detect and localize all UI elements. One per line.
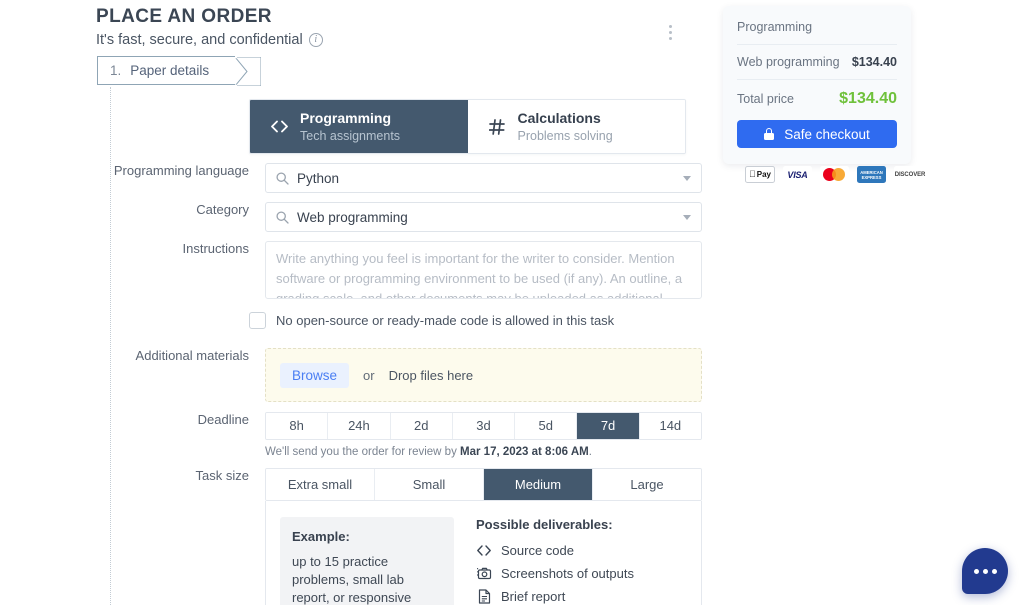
order-summary-card: Programming Web programming $134.40 Tota… bbox=[723, 6, 911, 164]
step-tab-paper-details[interactable]: 1. Paper details bbox=[97, 56, 262, 86]
programming-language-select[interactable]: Python bbox=[265, 163, 702, 193]
amex-icon: AMERICAN EXPRESS bbox=[857, 166, 886, 183]
mastercard-icon bbox=[820, 166, 849, 183]
step-label: Paper details bbox=[130, 63, 210, 78]
task-size-example-box: Example: up to 15 practice problems, sma… bbox=[280, 517, 454, 605]
page-title: PLACE AN ORDER bbox=[96, 6, 272, 27]
page-header: PLACE AN ORDER It's fast, secure, and co… bbox=[96, 6, 696, 48]
deadline-segmented-control: 8h 24h 2d 3d 5d 7d 14d bbox=[265, 412, 702, 440]
document-icon bbox=[476, 589, 492, 604]
task-size-option-extra-small[interactable]: Extra small bbox=[266, 469, 375, 500]
field-row-materials: Additional materials Browse or Drop file… bbox=[109, 348, 702, 402]
deadline-note: We'll send you the order for review by M… bbox=[265, 446, 702, 458]
deadline-option-24h[interactable]: 24h bbox=[328, 413, 391, 439]
summary-line-value: $134.40 bbox=[851, 55, 897, 69]
camera-icon bbox=[476, 567, 492, 580]
no-open-source-checkbox[interactable] bbox=[249, 312, 266, 329]
tab-calculations[interactable]: Calculations Problems solving bbox=[467, 100, 685, 153]
page-subtitle: It's fast, secure, and confidential i bbox=[96, 32, 696, 48]
deliverable-screenshots-label: Screenshots of outputs bbox=[501, 566, 634, 581]
step-arrow-icon bbox=[235, 57, 262, 86]
label-category: Category bbox=[196, 202, 249, 217]
summary-line-label: Web programming bbox=[737, 55, 840, 69]
deadline-option-8h[interactable]: 8h bbox=[266, 413, 329, 439]
task-size-example-text: up to 15 practice problems, small lab re… bbox=[292, 554, 412, 605]
label-instructions: Instructions bbox=[182, 241, 249, 256]
summary-line-item: Web programming $134.40 bbox=[737, 45, 897, 80]
task-size-segmented-control: Extra small Small Medium Large bbox=[265, 468, 702, 501]
deadline-option-3d[interactable]: 3d bbox=[452, 413, 516, 439]
search-icon bbox=[276, 210, 289, 224]
field-row-task-size: Task size Extra small Small Medium Large… bbox=[109, 468, 702, 605]
chevron-down-icon bbox=[683, 214, 691, 220]
discover-icon: DISCOVER bbox=[894, 166, 926, 183]
kebab-menu-icon[interactable] bbox=[657, 19, 683, 45]
deliverable-brief-report-label: Brief report bbox=[501, 589, 566, 604]
deliverable-brief-report: Brief report bbox=[476, 589, 634, 604]
chat-bubble-icon[interactable] bbox=[962, 548, 1008, 594]
safe-checkout-label: Safe checkout bbox=[784, 126, 870, 142]
order-page: PLACE AN ORDER It's fast, secure, and co… bbox=[0, 0, 1024, 605]
deadline-note-prefix: We'll send you the order for review by bbox=[265, 446, 461, 458]
category-select[interactable]: Web programming bbox=[265, 202, 702, 232]
summary-total-label: Total price bbox=[737, 92, 794, 106]
deadline-option-7d[interactable]: 7d bbox=[577, 413, 640, 439]
category-tabs: Programming Tech assignments Calculation… bbox=[249, 99, 686, 154]
deadline-option-2d[interactable]: 2d bbox=[390, 413, 453, 439]
deadline-note-date: Mar 17, 2023 at 8:06 AM bbox=[460, 446, 589, 458]
tab-calculations-label: Calculations bbox=[517, 109, 601, 126]
chevron-down-icon bbox=[683, 175, 691, 181]
category-value: Web programming bbox=[297, 209, 408, 225]
task-size-deliverables: Possible deliverables: Source code Scree… bbox=[476, 517, 634, 605]
programming-language-value: Python bbox=[297, 170, 340, 186]
info-icon[interactable]: i bbox=[308, 33, 323, 47]
page-subtitle-text: It's fast, secure, and confidential bbox=[96, 32, 303, 48]
label-deadline: Deadline bbox=[197, 412, 249, 427]
field-row-instructions: Instructions Write anything you feel is … bbox=[109, 241, 702, 299]
code-brackets-icon bbox=[268, 120, 290, 133]
deliverable-source-code-label: Source code bbox=[501, 543, 574, 558]
no-open-source-label: No open-source or ready-made code is all… bbox=[276, 313, 615, 328]
browse-button[interactable]: Browse bbox=[280, 362, 350, 388]
instructions-textarea[interactable]: Write anything you feel is important for… bbox=[265, 241, 702, 299]
payment-methods: Pay VISA AMERICAN EXPRESS DISCOVER bbox=[745, 166, 926, 183]
lock-icon bbox=[764, 128, 775, 140]
task-size-example-title: Example: bbox=[292, 529, 350, 544]
tab-programming-desc: Tech assignments bbox=[300, 128, 401, 143]
deliverable-screenshots: Screenshots of outputs bbox=[476, 566, 634, 581]
field-row-language: Programming language Python bbox=[109, 163, 702, 193]
summary-heading: Programming bbox=[737, 20, 897, 45]
deadline-note-suffix: . bbox=[588, 446, 592, 458]
task-size-option-medium[interactable]: Medium bbox=[484, 469, 593, 500]
deadline-option-14d[interactable]: 14d bbox=[639, 413, 701, 439]
visa-icon: VISA bbox=[783, 166, 812, 183]
dropzone-hint: Drop files here bbox=[388, 367, 474, 383]
dropzone-or-label: or bbox=[363, 367, 375, 383]
field-row-deadline: Deadline 8h 24h 2d 3d 5d 7d 14d We'll se… bbox=[109, 412, 702, 458]
safe-checkout-button[interactable]: Safe checkout bbox=[737, 120, 897, 148]
label-programming-language: Programming language bbox=[113, 163, 249, 178]
code-brackets-icon bbox=[476, 545, 492, 556]
field-row-category: Category Web programming bbox=[109, 202, 702, 232]
deliverable-source-code: Source code bbox=[476, 543, 634, 558]
task-size-option-small[interactable]: Small bbox=[375, 469, 484, 500]
apple-pay-icon: Pay bbox=[745, 166, 775, 183]
deliverables-title: Possible deliverables: bbox=[476, 517, 613, 532]
summary-total-value: $134.40 bbox=[839, 90, 897, 107]
tab-programming-label: Programming bbox=[300, 109, 392, 126]
deadline-option-5d[interactable]: 5d bbox=[515, 413, 578, 439]
hash-icon bbox=[486, 118, 508, 135]
tab-programming[interactable]: Programming Tech assignments bbox=[250, 100, 468, 153]
label-task-size: Task size bbox=[195, 468, 249, 483]
step-number: 1. bbox=[110, 63, 122, 78]
summary-total: Total price $134.40 bbox=[737, 80, 897, 120]
no-open-source-checkbox-row: No open-source or ready-made code is all… bbox=[249, 312, 614, 329]
file-dropzone[interactable]: Browse or Drop files here bbox=[265, 348, 702, 402]
task-size-details-panel: Example: up to 15 practice problems, sma… bbox=[265, 501, 702, 605]
search-icon bbox=[276, 171, 289, 185]
task-size-option-large[interactable]: Large bbox=[593, 469, 701, 500]
tab-calculations-desc: Problems solving bbox=[517, 128, 613, 143]
label-additional-materials: Additional materials bbox=[135, 348, 249, 363]
